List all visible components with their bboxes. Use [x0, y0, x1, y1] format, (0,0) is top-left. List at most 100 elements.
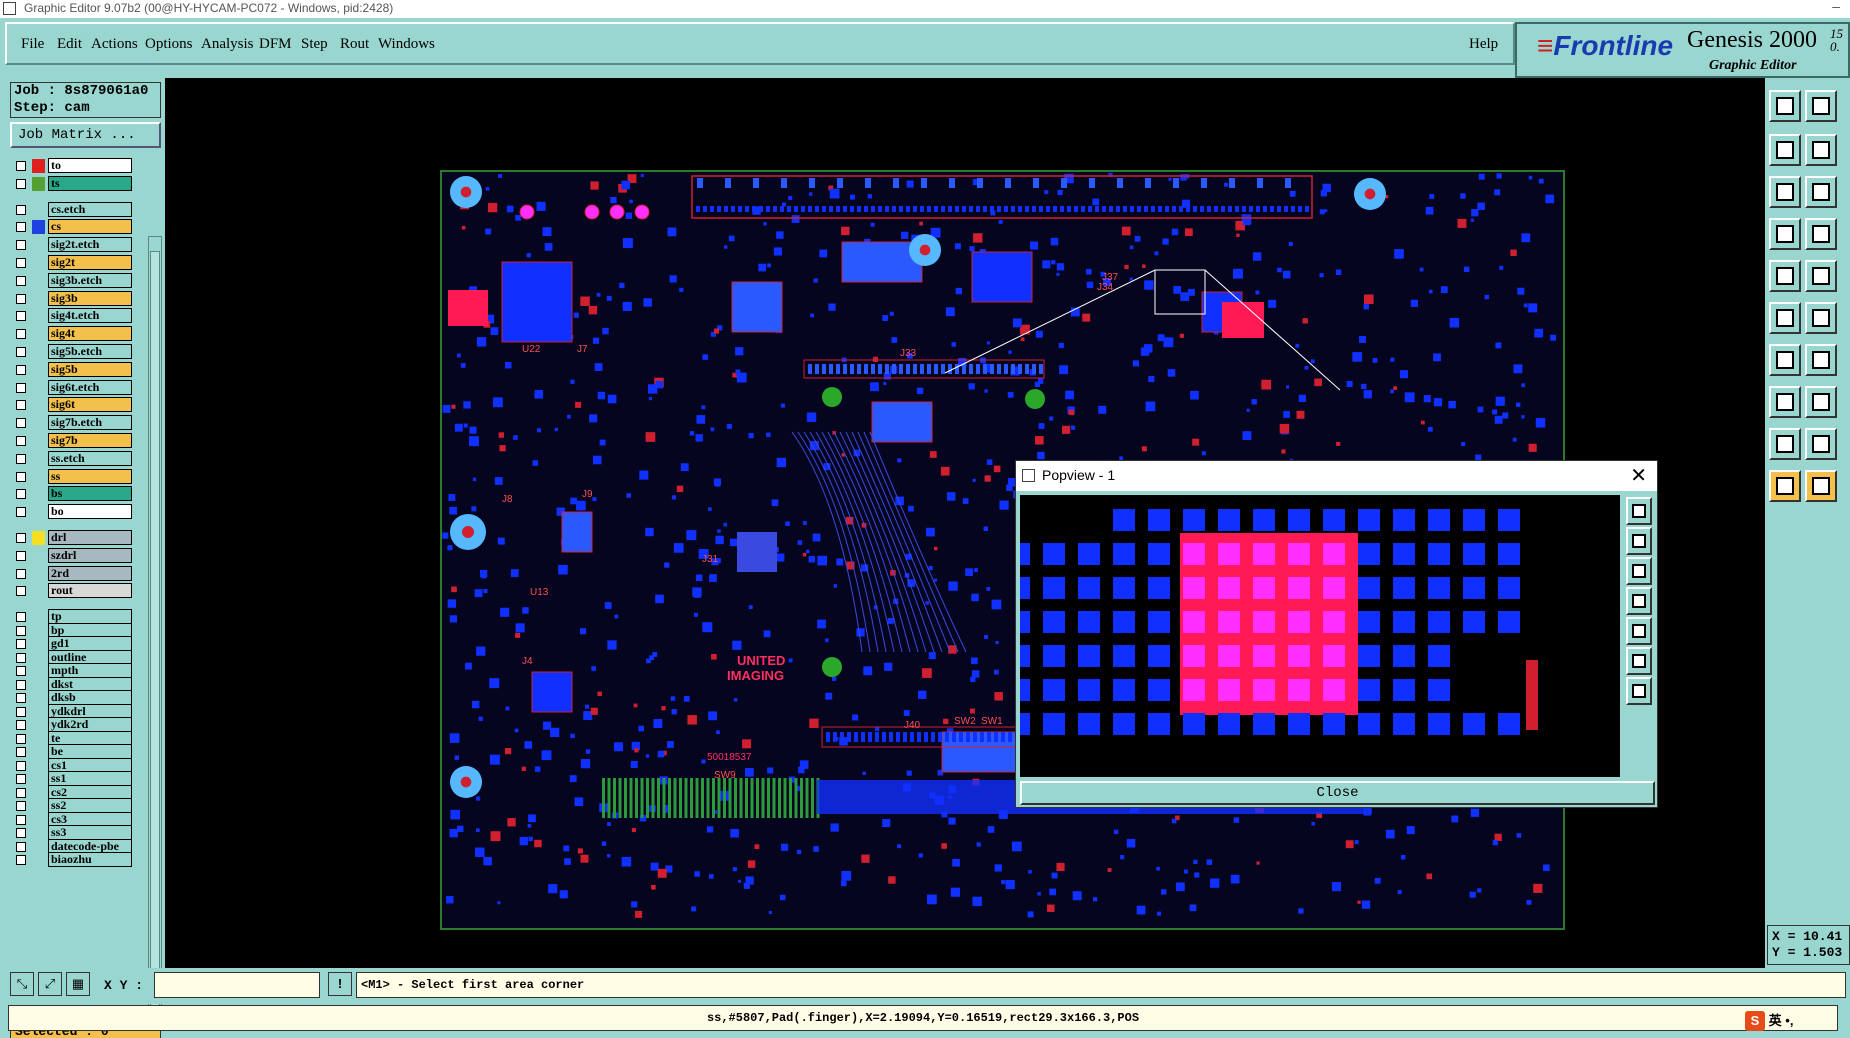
layer-checkbox[interactable]	[16, 489, 26, 500]
layer-row-ts[interactable]: ts	[10, 175, 136, 192]
arc-icon[interactable]	[1805, 428, 1837, 460]
select-icon[interactable]	[1769, 470, 1801, 502]
mark-icon[interactable]	[1769, 260, 1801, 292]
layer-checkbox[interactable]	[16, 436, 26, 446]
menu-analysis[interactable]: Analysis	[201, 36, 254, 53]
layer-row-sig5b-etch[interactable]: sig5b.etch	[10, 344, 136, 360]
layer-name[interactable]: sig4t.etch	[48, 308, 132, 324]
measure-icon[interactable]	[1805, 260, 1837, 292]
layer-checkbox[interactable]	[16, 293, 26, 304]
layer-row-sig6t-etch[interactable]: sig6t.etch	[10, 379, 136, 396]
layer-checkbox[interactable]	[16, 774, 26, 785]
layer-row-ss-etch[interactable]: ss.etch	[10, 450, 136, 467]
layer-checkbox[interactable]	[16, 586, 26, 597]
layer-row-sig7b-etch[interactable]: sig7b.etch	[10, 415, 136, 431]
menu-edit[interactable]: Edit	[57, 36, 82, 53]
layer-checkbox[interactable]	[16, 801, 26, 812]
menu-dfm[interactable]: DFM	[259, 36, 292, 53]
layer-name[interactable]: sig3b	[48, 290, 132, 306]
layer-checkbox[interactable]	[16, 720, 26, 731]
layer-checkbox[interactable]	[16, 471, 26, 482]
layer-row-sig3b-etch[interactable]: sig3b.etch	[10, 272, 136, 289]
layer-row-bs[interactable]: bs	[10, 486, 136, 502]
layer-name[interactable]: sig4t	[48, 326, 132, 342]
layer-checkbox[interactable]	[16, 418, 26, 429]
layer-row-to[interactable]: to	[10, 158, 136, 174]
layer-row-2rd[interactable]: 2rd	[10, 565, 136, 582]
zoom-area-icon[interactable]: ⤢	[38, 972, 62, 996]
job-matrix-button[interactable]: Job Matrix ...	[10, 122, 161, 148]
scrollbar-thumb[interactable]	[150, 251, 160, 1011]
layer-name[interactable]: biaozhu	[48, 852, 132, 868]
layer-checkbox[interactable]	[16, 612, 26, 623]
layer-checkbox[interactable]	[16, 814, 26, 825]
layer-name[interactable]: ss	[48, 468, 132, 484]
pv-left-icon[interactable]	[1626, 587, 1652, 615]
snap-icon[interactable]	[1805, 218, 1837, 250]
layer-row-sig7b[interactable]: sig7b	[10, 433, 136, 449]
pv-down-icon[interactable]	[1626, 557, 1652, 585]
add-pad-icon[interactable]	[1769, 386, 1801, 418]
grid-icon[interactable]: ▦	[66, 972, 90, 996]
layer-row-ss[interactable]: ss	[10, 468, 136, 485]
layer-name[interactable]: ts	[48, 175, 132, 191]
layer-name[interactable]: sig6t	[48, 397, 132, 413]
window-titlebar[interactable]: Graphic Editor 9.07b2 (00@HY-HYCAM-PC072…	[0, 0, 1850, 18]
layer-checkbox[interactable]	[16, 760, 26, 771]
layer-name[interactable]: sig2t.etch	[48, 237, 132, 253]
draw-line-icon[interactable]	[1769, 344, 1801, 376]
layer-name[interactable]: 2rd	[48, 565, 132, 581]
close-icon[interactable]: ✕	[1630, 463, 1647, 488]
layer-checkbox[interactable]	[16, 364, 26, 375]
layer-checkbox[interactable]	[16, 400, 26, 411]
xy-input[interactable]	[154, 972, 320, 998]
pv-zoom-icon[interactable]	[1626, 497, 1652, 525]
popview-canvas[interactable]	[1020, 495, 1620, 777]
select-all-icon[interactable]	[1805, 470, 1837, 502]
layer-checkbox[interactable]	[16, 311, 26, 322]
layer-checkbox[interactable]	[16, 204, 26, 215]
menu-options[interactable]: Options	[145, 36, 193, 53]
layer-row-sig4t-etch[interactable]: sig4t.etch	[10, 308, 136, 324]
layer-checkbox[interactable]	[16, 222, 26, 233]
layer-name[interactable]: bs	[48, 486, 132, 502]
layer-row-drl[interactable]: drl	[10, 530, 136, 546]
layer-checkbox[interactable]	[16, 733, 26, 744]
step-bottom-icon[interactable]	[1805, 90, 1837, 122]
layer-name[interactable]: sig3b.etch	[48, 272, 132, 288]
layer-row-sig3b[interactable]: sig3b	[10, 290, 136, 307]
layer-row-cs[interactable]: cs	[10, 219, 136, 235]
pv-right-icon[interactable]	[1626, 617, 1652, 645]
triangle-icon[interactable]	[1769, 428, 1801, 460]
layer-checkbox[interactable]	[16, 161, 26, 171]
layer-checkbox[interactable]	[16, 706, 26, 717]
layer-checkbox[interactable]	[16, 841, 26, 852]
layer-name[interactable]: sig5b	[48, 361, 132, 377]
layer-checkbox[interactable]	[16, 625, 26, 636]
layer-name[interactable]: sig2t	[48, 255, 132, 270]
layer-row-sig5b[interactable]: sig5b	[10, 361, 136, 378]
ime-indicator[interactable]: S 英 •,	[1745, 1010, 1793, 1032]
warning-icon[interactable]: !	[328, 972, 352, 996]
layer-name[interactable]: sig7b.etch	[48, 415, 132, 431]
step-right-icon[interactable]	[1805, 134, 1837, 166]
layer-name[interactable]: bo	[48, 504, 132, 520]
layer-name[interactable]: cs.etch	[48, 201, 132, 217]
layer-row-sig2t-etch[interactable]: sig2t.etch	[10, 237, 136, 253]
layer-checkbox[interactable]	[16, 240, 26, 251]
menu-rout[interactable]: Rout	[340, 36, 369, 53]
layer-checkbox[interactable]	[16, 178, 26, 189]
layer-checkbox[interactable]	[16, 275, 26, 286]
popview-close-button[interactable]: Close	[1020, 781, 1655, 805]
cross-icon[interactable]	[1805, 302, 1837, 334]
menu-actions[interactable]: Actions	[91, 36, 138, 53]
pan-icon[interactable]	[1769, 218, 1801, 250]
layer-checkbox[interactable]	[16, 855, 26, 866]
layer-name[interactable]: rout	[48, 583, 132, 599]
layer-checkbox[interactable]	[16, 787, 26, 798]
edit-line-icon[interactable]	[1805, 344, 1837, 376]
menu-file[interactable]: File	[21, 36, 44, 53]
pv-up-icon[interactable]	[1626, 527, 1652, 555]
popview-titlebar[interactable]: Popview - 1 ✕	[1016, 461, 1657, 491]
zoom-in-icon[interactable]: ⤡	[10, 972, 34, 996]
